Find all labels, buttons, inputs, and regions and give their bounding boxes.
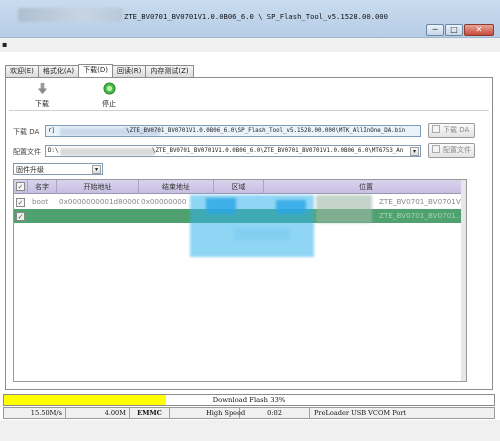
toolbar-divider xyxy=(9,110,489,111)
window-bottom xyxy=(0,420,500,441)
tab-format[interactable]: 格式化(A) xyxy=(37,65,80,77)
stop-button[interactable]: 停止 xyxy=(91,82,127,109)
scatter-path: \ZTE_BV0701_BV0701V1.0.0B06_6.0\ZTE_BV07… xyxy=(152,148,404,154)
select-all-checkbox[interactable]: ✓ xyxy=(16,182,25,191)
download-agent-field[interactable]: r] \ZTE_BV0701_BV0701V1.0.0B06_6.0\SP_Fl… xyxy=(45,125,421,137)
mode-select-value: 固件升级 xyxy=(16,166,44,174)
chevron-down-icon[interactable]: ▾ xyxy=(92,165,101,174)
download-agent-button-label: 下载 DA xyxy=(443,126,470,134)
table-header: ✓ 名字 开始地址 结束地址 区域 位置 xyxy=(14,180,466,194)
stop-icon xyxy=(102,82,116,95)
scatter-prefix: D:\ xyxy=(48,148,59,154)
minimize-button[interactable]: ─ xyxy=(426,24,444,36)
download-agent-label: 下载 DA xyxy=(13,128,40,136)
tab-memory-test[interactable]: 内存测试(Z) xyxy=(145,65,194,77)
close-button[interactable]: ✕ xyxy=(464,24,494,36)
column-end-address[interactable]: 结束地址 xyxy=(139,180,214,194)
download-button[interactable]: 下载 xyxy=(24,82,60,109)
title-bar: ZTE_BV0701_BV0701V1.0.0B06_6.0 \ SP_Flas… xyxy=(0,0,500,38)
maximize-button[interactable]: □ xyxy=(445,24,463,36)
begin-address: 0x0000000001d80000 xyxy=(59,197,139,206)
status-time: 0:02 xyxy=(240,408,310,418)
status-port: PreLoader USB VCOM Port xyxy=(314,409,407,417)
status-bar: 15.50M/s 4.00M EMMC High Speed 0:02 PreL… xyxy=(3,407,495,419)
table-scrollbar[interactable] xyxy=(461,180,466,381)
stop-label: 停止 xyxy=(102,100,116,108)
mode-select[interactable]: 固件升级 ▾ xyxy=(13,163,103,175)
redacted-region xyxy=(206,198,236,214)
status-size: 4.00M xyxy=(66,408,130,418)
menu-bar xyxy=(0,38,500,52)
location: ZTE_BV0701_BV0701V1... xyxy=(379,197,465,206)
redacted-path xyxy=(60,148,155,156)
tab-welcome[interactable]: 欢迎(E) xyxy=(5,65,39,77)
begin-address xyxy=(59,209,139,223)
folder-icon xyxy=(432,125,440,133)
tab-download[interactable]: 下载(D) xyxy=(78,64,114,77)
redacted-region xyxy=(316,195,372,223)
status-usb-speed: High Speed xyxy=(170,408,245,418)
download-progress: Download Flash 33% xyxy=(3,394,495,406)
row-checkbox[interactable]: ✓ xyxy=(16,198,25,207)
status-speed: 15.50M/s xyxy=(4,408,66,418)
scatter-field[interactable]: D:\ \ZTE_BV0701_BV0701V1.0.0B06_6.0\ZTE_… xyxy=(45,145,421,157)
column-begin-address[interactable]: 开始地址 xyxy=(57,180,139,194)
scatter-button[interactable]: 配置文件 xyxy=(428,143,475,158)
partition-table: ✓ 名字 开始地址 结束地址 区域 位置 ✓ boot 0x0000000001… xyxy=(13,179,467,382)
progress-text: Download Flash 33% xyxy=(212,396,286,404)
system-menu-icon[interactable]: ▪ xyxy=(2,40,7,49)
redacted-title-area xyxy=(18,8,123,22)
status-storage: EMMC xyxy=(130,408,170,418)
scatter-button-label: 配置文件 xyxy=(443,146,471,154)
window-controls: ─ □ ✕ xyxy=(426,24,494,36)
download-arrow-icon xyxy=(37,82,47,95)
download-agent-button[interactable]: 下载 DA xyxy=(428,123,475,138)
folder-icon xyxy=(432,145,440,153)
tab-readback[interactable]: 回读(R) xyxy=(112,65,147,77)
partition-name: boot xyxy=(32,197,49,206)
row-checkbox[interactable]: ✓ xyxy=(16,212,25,221)
window-title: ZTE_BV0701_BV0701V1.0.0B06_6.0 \ SP_Flas… xyxy=(124,12,388,21)
header-checkbox-cell[interactable]: ✓ xyxy=(14,180,28,194)
partition-name xyxy=(32,209,57,223)
column-region[interactable]: 区域 xyxy=(214,180,264,194)
redacted-region xyxy=(276,200,306,214)
main-tabs: 欢迎(E) 格式化(A) 下载(D) 回读(R) 内存测试(Z) xyxy=(5,64,194,77)
column-location[interactable]: 位置 xyxy=(264,180,466,194)
scatter-label: 配置文件 xyxy=(13,148,41,156)
location: ZTE_BV0701_BV0701... xyxy=(379,211,463,220)
download-agent-path: \ZTE_BV0701_BV0701V1.0.0B06_6.0\SP_Flash… xyxy=(126,128,406,134)
chevron-down-icon[interactable]: ▾ xyxy=(410,147,419,156)
download-label: 下载 xyxy=(35,100,49,108)
redacted-region xyxy=(234,228,290,240)
column-name[interactable]: 名字 xyxy=(28,180,57,194)
download-agent-prefix: r] xyxy=(48,128,55,134)
